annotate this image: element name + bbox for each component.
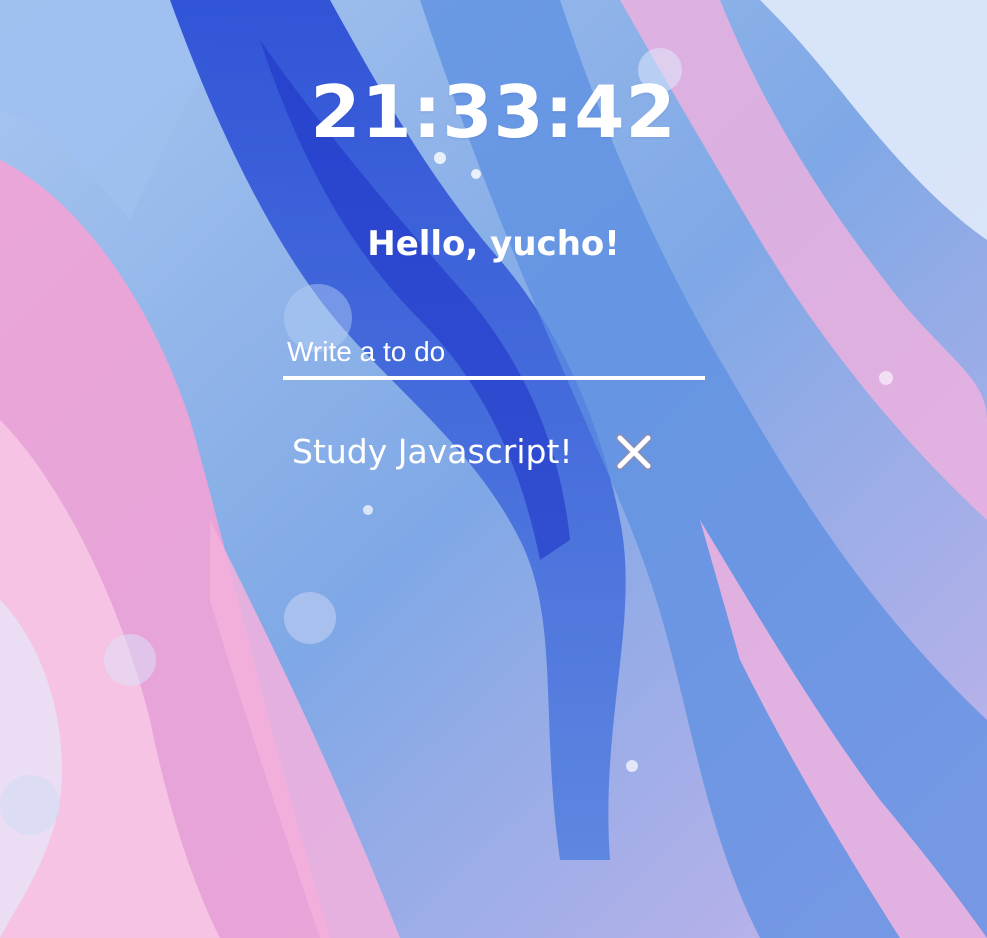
- greeting: Hello, yucho!: [367, 224, 620, 264]
- app-root: 21:33:42 Hello, yucho! Study Javascript!: [0, 0, 987, 938]
- todo-list: Study Javascript!: [292, 424, 657, 480]
- todo-item-text: Study Javascript!: [292, 432, 573, 471]
- todo-input[interactable]: [283, 330, 705, 380]
- close-icon: [615, 434, 652, 470]
- delete-todo-button[interactable]: [611, 429, 657, 475]
- clock: 21:33:42: [310, 70, 677, 154]
- todo-form: [283, 330, 705, 380]
- todo-item: Study Javascript!: [292, 424, 657, 480]
